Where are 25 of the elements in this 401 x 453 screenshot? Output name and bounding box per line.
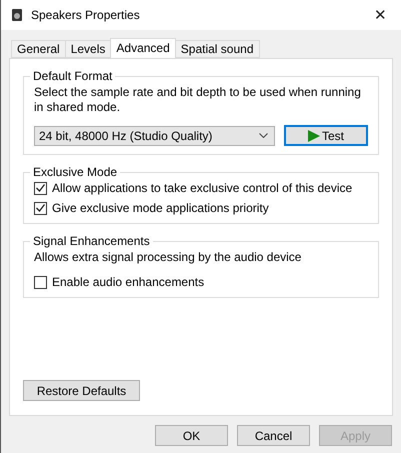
description: Allows extra signal processing by the audio device bbox=[34, 250, 302, 265]
tab[interactable]: Advanced bbox=[110, 38, 176, 58]
group-title: Default Format bbox=[32, 69, 114, 83]
tab[interactable]: Spatial sound bbox=[174, 40, 260, 58]
checkbox-option[interactable]: Give exclusive mode applications priority bbox=[34, 201, 368, 215]
checkbox[interactable] bbox=[34, 276, 47, 288]
checkbox[interactable] bbox=[34, 202, 47, 214]
chevron-icon bbox=[259, 133, 268, 138]
test-button[interactable]: Test bbox=[284, 125, 368, 146]
format-dropdown[interactable]: 24 bit, 48000 Hz (Studio Quality) bbox=[34, 126, 275, 146]
window-title: Speakers Properties bbox=[31, 8, 141, 22]
checkbox-option[interactable]: Enable audio enhancements bbox=[34, 275, 368, 289]
checkbox[interactable] bbox=[34, 182, 47, 194]
close-button[interactable]: ✕ bbox=[374, 6, 391, 24]
tab[interactable]: General bbox=[11, 40, 66, 58]
dialog-button[interactable]: OK bbox=[155, 425, 228, 446]
group-title: Exclusive Mode bbox=[32, 165, 118, 179]
dialog-button[interactable]: Cancel bbox=[237, 425, 310, 446]
description: Select the sample rate and bit depth to be used when running in shared mode. bbox=[34, 85, 362, 115]
play-icon bbox=[308, 130, 320, 142]
group-title: Signal Enhancements bbox=[32, 234, 151, 248]
checkbox-option[interactable]: Allow applications to take exclusive control of this device bbox=[34, 181, 368, 195]
speaker-icon bbox=[11, 8, 23, 22]
tab[interactable]: Levels bbox=[64, 40, 112, 58]
restore-defaults-button[interactable]: Restore Defaults bbox=[23, 380, 140, 401]
